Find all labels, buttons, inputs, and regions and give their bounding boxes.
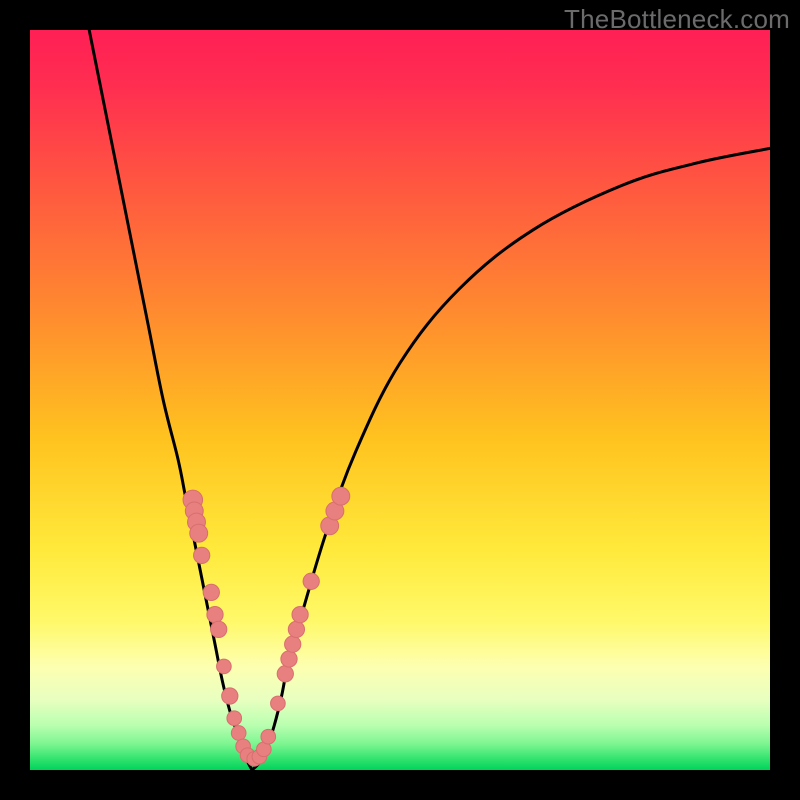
left-branch-curve: [89, 30, 252, 770]
data-marker: [281, 651, 297, 667]
data-marker: [194, 547, 210, 563]
data-marker: [211, 621, 227, 637]
data-markers: [183, 487, 350, 766]
data-marker: [190, 524, 208, 542]
plot-area: [30, 30, 770, 770]
data-marker: [285, 636, 301, 652]
data-marker: [288, 621, 304, 637]
data-marker: [207, 606, 223, 622]
data-marker: [277, 666, 293, 682]
data-marker: [203, 584, 219, 600]
data-marker: [261, 729, 276, 744]
data-marker: [217, 659, 232, 674]
data-marker: [303, 573, 319, 589]
curve-layer: [30, 30, 770, 770]
right-branch-curve: [252, 148, 770, 770]
data-marker: [332, 487, 350, 505]
data-marker: [227, 711, 242, 726]
data-marker: [231, 726, 246, 741]
watermark-text: TheBottleneck.com: [564, 4, 790, 35]
data-marker: [292, 606, 308, 622]
data-marker: [271, 696, 286, 711]
chart-frame: TheBottleneck.com: [0, 0, 800, 800]
data-marker: [222, 688, 238, 704]
